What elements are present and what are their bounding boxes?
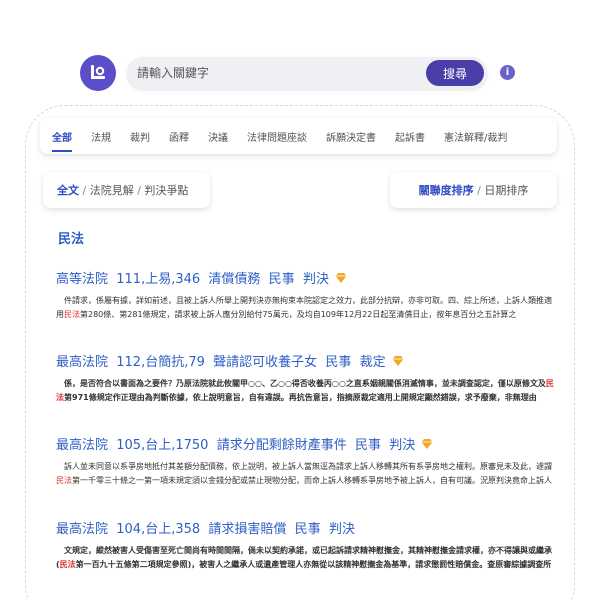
separator: / [79,183,90,197]
tab-judgments[interactable]: 裁判 [130,129,150,144]
separator: / [133,183,145,197]
snippet-text: 第一千零三十條之一第一項未規定須以金錢分配或禁止現物分配，而命上訴人移轉系爭房地… [72,476,552,485]
scope-fulltext[interactable]: 全文 [57,182,79,198]
scope-issues[interactable]: 判決爭點 [144,182,188,198]
result-title: 高等法院 111,上易,346 清償債務 民事 判決 [56,272,329,287]
snippet-text: 第280條、第281條規定，請求被上訴人應分別給付75萬元，及均自109年12月… [80,310,517,319]
scope-court-opinion[interactable]: 法院見解 [90,182,134,198]
category-tabs: 全部 法規 裁判 函釋 決議 法律問題座談 訴願決定書 起訴書 憲法解釋/裁判 [40,118,557,154]
section-title: 民法 [58,232,85,247]
sort-date[interactable]: 日期排序 [484,182,528,198]
sort-filter: 關聯度排序 / 日期排序 [390,172,557,208]
result-title-link[interactable]: 最高法院 105,台上,1750 請求分配剩餘財產事件 民事 判決 [56,434,556,453]
result-title-link[interactable]: 最高法院 104,台上,358 請求損害賠償 民事 判決 [56,518,556,537]
snippet-text: 第一百九十五條第二項規定參照)，被害人之繼承人或遺產管理人亦無從以該精神慰撫金為… [75,560,552,569]
result-snippet: 文規定，縱然被害人受傷害至死亡間尚有時間間隔，倘未以契約承諾，或已起訴請求精神慰… [56,544,556,572]
snippet-text: 係，是否符合以書面為之要件？乃原法院就此攸關甲○○、乙○○得否收養丙○○之直系姻… [56,379,546,388]
search-button[interactable]: 搜尋 [426,60,484,86]
diamond-icon [421,438,433,449]
diamond-icon [392,355,404,366]
sort-relevance[interactable]: 關聯度排序 [419,182,474,198]
result-snippet: 係，是否符合以書面為之要件？乃原法院就此攸關甲○○、乙○○得否收養丙○○之直系姻… [56,377,556,405]
search-input[interactable] [137,63,417,83]
search-bar: 搜尋 [127,57,487,89]
snippet-text: 第971條規定作正理由為判斷依據，依上說明意旨，自有違誤。再抗告意旨，指摘原裁定… [64,393,537,402]
result-item: 最高法院 112,台簡抗,79 聲請認可收養子女 民事 裁定 係，是否符合以書面… [56,351,556,405]
keyword-highlight: 民法 [64,310,80,319]
result-title: 最高法院 104,台上,358 請求損害賠償 民事 判決 [56,522,355,537]
tab-indictments[interactable]: 起訴書 [395,129,425,144]
result-snippet: 件請求，係屬有據，詳如前述，且被上訴人所舉上開判決亦無拘束本院認定之效力，此部分… [56,294,556,322]
tab-all[interactable]: 全部 [52,129,72,152]
logo-icon [91,65,105,79]
result-title-link[interactable]: 高等法院 111,上易,346 清償債務 民事 判決 [56,268,556,287]
result-title: 最高法院 112,台簡抗,79 聲請認可收養子女 民事 裁定 [56,355,386,370]
separator: / [473,183,485,197]
diamond-icon [335,272,347,283]
keyword-highlight: 民法 [59,560,76,569]
result-snippet: 訴人並未同意以系爭房地抵付其差額分配債務，依上說明，被上訴人當無逕為請求上訴人移… [56,460,556,488]
info-icon[interactable]: i [500,65,515,80]
result-item: 高等法院 111,上易,346 清償債務 民事 判決 件請求，係屬有據，詳如前述… [56,268,556,322]
tab-interpretations[interactable]: 函釋 [169,129,189,144]
result-item: 最高法院 104,台上,358 請求損害賠償 民事 判決 文規定，縱然被害人受傷… [56,518,556,572]
result-title: 最高法院 105,台上,1750 請求分配剩餘財產事件 民事 判決 [56,438,416,453]
app-logo[interactable] [80,55,116,91]
search-scope-filter: 全文 / 法院見解 / 判決爭點 [43,172,210,208]
result-item: 最高法院 105,台上,1750 請求分配剩餘財產事件 民事 判決 訴人並未同意… [56,434,556,488]
tab-petition-decisions[interactable]: 訴願決定書 [326,129,376,144]
result-title-link[interactable]: 最高法院 112,台簡抗,79 聲請認可收養子女 民事 裁定 [56,351,556,370]
tab-regulations[interactable]: 法規 [91,129,111,144]
tab-resolutions[interactable]: 決議 [208,129,228,144]
tab-legal-seminars[interactable]: 法律問題座談 [247,129,307,144]
snippet-text: 訴人並未同意以系爭房地抵付其差額分配債務，依上說明，被上訴人當無逕為請求上訴人移… [56,462,552,471]
keyword-highlight: 民法 [56,476,72,485]
tab-constitutional[interactable]: 憲法解釋/裁判 [444,129,507,144]
